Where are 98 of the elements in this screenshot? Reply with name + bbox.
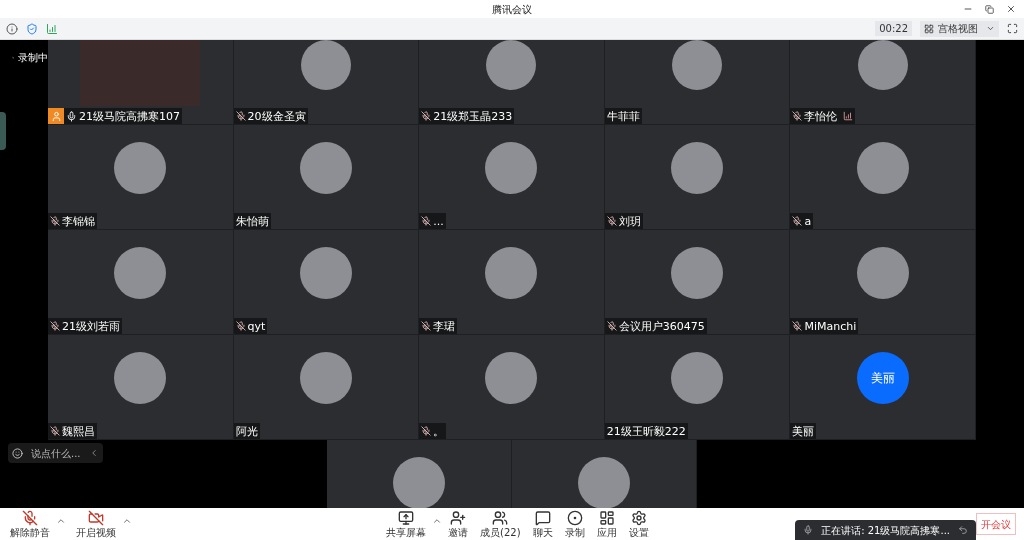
muted-microphone-icon bbox=[792, 111, 803, 121]
muted-microphone-icon bbox=[421, 321, 432, 331]
avatar-placeholder bbox=[856, 247, 909, 299]
info-icon[interactable] bbox=[6, 22, 18, 35]
close-icon[interactable] bbox=[1006, 4, 1016, 14]
avatar-placeholder bbox=[485, 247, 538, 299]
participant-name: 刘玥 bbox=[618, 215, 641, 227]
toolbar-button[interactable]: 成员(22) bbox=[474, 508, 527, 540]
avatar-placeholder bbox=[393, 457, 445, 509]
caret-icon[interactable] bbox=[56, 516, 66, 526]
side-handle[interactable] bbox=[0, 112, 6, 150]
microphone-icon bbox=[66, 110, 77, 122]
signal-icon[interactable] bbox=[46, 22, 58, 35]
muted-microphone-icon bbox=[606, 321, 617, 331]
caret-icon[interactable] bbox=[122, 516, 132, 526]
apps-icon bbox=[598, 510, 615, 526]
avatar-placeholder bbox=[299, 142, 352, 194]
meeting-timer: 00:22 bbox=[875, 21, 912, 36]
participant-name: 李珺 bbox=[433, 320, 456, 332]
recording-status: 录制中 bbox=[18, 51, 48, 65]
participant-name: MiManchi bbox=[804, 320, 857, 332]
toolbar-button[interactable]: 邀请 bbox=[442, 508, 474, 540]
screen-share-icon bbox=[398, 510, 414, 526]
fullscreen-icon[interactable] bbox=[1007, 23, 1018, 34]
host-badge-icon bbox=[48, 108, 64, 124]
avatar-placeholder bbox=[578, 457, 630, 509]
avatar-placeholder bbox=[856, 142, 909, 194]
participant-name: 阿光 bbox=[235, 425, 258, 437]
avatar-placeholder bbox=[114, 352, 167, 404]
avatar-placeholder bbox=[114, 142, 167, 194]
participant-name: 朱怡萌 bbox=[235, 215, 269, 227]
participant-name: 美丽 bbox=[792, 425, 815, 437]
caret-icon bbox=[986, 24, 995, 33]
avatar-placeholder bbox=[857, 40, 908, 90]
avatar-placeholder bbox=[114, 247, 167, 299]
avatar-placeholder bbox=[672, 40, 723, 90]
toolbar-button[interactable]: 共享屏幕 bbox=[380, 508, 432, 540]
record-icon bbox=[566, 510, 583, 526]
participant-name: 魏熙昌 bbox=[62, 425, 95, 437]
microphone-icon bbox=[803, 525, 814, 535]
toolbar-button[interactable]: 应用 bbox=[590, 508, 623, 540]
participant-name: 。 bbox=[433, 425, 445, 437]
toolbar-button[interactable]: 录制 bbox=[558, 508, 591, 540]
grid-icon bbox=[924, 23, 934, 34]
muted-microphone-icon bbox=[421, 111, 432, 121]
avatar-placeholder bbox=[299, 247, 352, 299]
participant-name: 牛菲菲 bbox=[606, 110, 640, 122]
avatar-placeholder bbox=[671, 352, 724, 404]
toolbar-button[interactable]: 开启视频 bbox=[70, 508, 122, 540]
avatar-placeholder bbox=[300, 40, 351, 90]
users-icon bbox=[492, 510, 509, 526]
muted-microphone-icon bbox=[792, 321, 803, 331]
muted-microphone-icon bbox=[50, 426, 60, 436]
participant-name: a bbox=[804, 215, 812, 227]
view-dropdown[interactable]: 宫格视图 bbox=[920, 20, 999, 37]
toolbar-button[interactable]: 解除静音 bbox=[4, 508, 56, 540]
video-off-icon bbox=[88, 510, 104, 526]
reply-icon[interactable] bbox=[958, 525, 968, 535]
window-title: 腾讯会议 bbox=[492, 2, 532, 17]
participant-name: 21级郑玉晶233 bbox=[433, 110, 513, 122]
participant-name: 21级马院高拂寒107 bbox=[79, 110, 180, 122]
muted-microphone-icon bbox=[792, 216, 803, 226]
toolbar-button[interactable]: 设置 bbox=[622, 508, 655, 540]
settings-icon bbox=[630, 510, 647, 526]
avatar-placeholder bbox=[485, 142, 538, 194]
avatar-placeholder bbox=[485, 352, 538, 404]
speaking-text: 正在讲话: 21级马院高拂寒... bbox=[821, 523, 950, 538]
muted-microphone-icon bbox=[421, 216, 432, 226]
participant-name: ... bbox=[433, 215, 444, 227]
muted-microphone-icon bbox=[50, 321, 60, 331]
muted-microphone-icon bbox=[606, 216, 617, 226]
participant-name: 21级刘若雨 bbox=[62, 320, 120, 332]
muted-microphone-icon bbox=[235, 111, 246, 121]
avatar-placeholder bbox=[671, 142, 724, 194]
participant-name: qyt bbox=[247, 320, 266, 332]
shield-icon[interactable] bbox=[26, 22, 38, 35]
muted-microphone-icon bbox=[50, 216, 60, 226]
participant-name: 20级金圣寅 bbox=[247, 110, 306, 122]
avatar-placeholder bbox=[671, 247, 724, 299]
leave-meeting-button[interactable]: 开会议 bbox=[976, 513, 1016, 535]
chat-input-bar[interactable]: 说点什么... bbox=[8, 443, 103, 463]
avatar-placeholder bbox=[486, 40, 537, 90]
avatar-placeholder bbox=[299, 352, 352, 404]
muted-microphone-icon bbox=[22, 510, 38, 526]
toolbar-button[interactable]: 聊天 bbox=[526, 508, 559, 540]
add-user-icon bbox=[450, 510, 466, 526]
caret-icon[interactable] bbox=[432, 516, 442, 526]
restore-icon[interactable] bbox=[985, 4, 994, 14]
muted-microphone-icon bbox=[235, 321, 246, 331]
participant-name: 会议用户360475 bbox=[618, 320, 705, 332]
participant-name: 李锦锦 bbox=[62, 215, 95, 227]
participant-name: 李怡伦 bbox=[804, 110, 838, 122]
participant-name: 21级王昕毅222 bbox=[606, 425, 686, 437]
signal-icon bbox=[843, 111, 854, 121]
emoji-icon[interactable] bbox=[12, 447, 23, 459]
muted-microphone-icon bbox=[421, 426, 432, 436]
chat-icon bbox=[534, 510, 551, 526]
chat-placeholder: 说点什么... bbox=[31, 446, 81, 461]
